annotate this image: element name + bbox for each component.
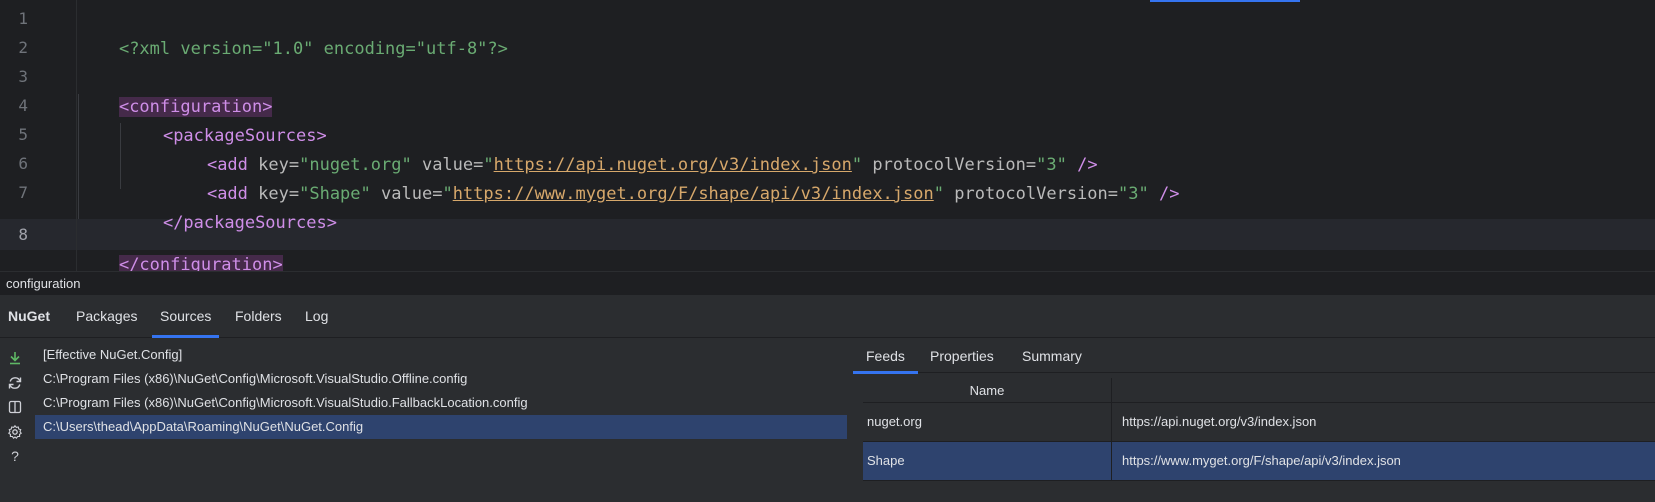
line-number: 6 xyxy=(18,154,28,173)
code-line-6[interactable]: <add key="Shape" value="https://www.myge… xyxy=(166,148,1180,204)
tab-sources[interactable]: Sources xyxy=(152,295,220,338)
code-editor[interactable]: 1 2 3 4 5 6 7 8 <?xml version="1.0" enco… xyxy=(0,0,1655,275)
indent-guide xyxy=(120,123,121,189)
attr-value: value= xyxy=(381,184,443,204)
line-number: 8 xyxy=(18,225,28,244)
refresh-icon[interactable] xyxy=(5,373,25,393)
tab-summary[interactable]: Summary xyxy=(1009,338,1095,373)
attr-protocol-value: "3" xyxy=(1118,184,1149,204)
tool-window-tabs: NuGet Packages Sources Folders Log xyxy=(0,295,1655,338)
feed-name: Shape xyxy=(863,442,1112,480)
line-number-gutter: 1 2 3 4 5 6 7 8 xyxy=(0,0,76,271)
breadcrumb-item[interactable]: configuration xyxy=(6,276,80,291)
line-number: 1 xyxy=(18,9,28,28)
feed-url: https://www.myget.org/F/shape/api/v3/ind… xyxy=(1122,453,1401,468)
scroll-indicator xyxy=(1150,0,1300,2)
details-panel: Feeds Properties Summary Name nuget.org … xyxy=(853,338,1655,502)
line-number: 4 xyxy=(18,96,28,115)
gutter-separator xyxy=(76,0,77,271)
details-tabs: Feeds Properties Summary xyxy=(853,338,1655,374)
sources-list: [Effective NuGet.Config] C:\Program File… xyxy=(35,343,847,439)
code-line-8[interactable]: </configuration> xyxy=(78,219,283,275)
gear-icon[interactable] xyxy=(5,422,25,442)
tab-packages[interactable]: Packages xyxy=(68,295,145,338)
code-line-4[interactable]: <packageSources> xyxy=(122,90,327,146)
feeds-table: Name nuget.org https://api.nuget.org/v3/… xyxy=(863,378,1655,481)
attr-protocol-version: protocolVersion= xyxy=(954,184,1118,204)
code-line-1[interactable]: <?xml version="1.0" encoding="utf-8"?> xyxy=(78,3,508,59)
book-icon[interactable] xyxy=(5,397,25,417)
nuget-tool-window: NuGet Packages Sources Folders Log ? [Ef… xyxy=(0,295,1655,502)
code-line-3[interactable]: <configuration> xyxy=(78,61,273,117)
line-number: 5 xyxy=(18,125,28,144)
feed-name: nuget.org xyxy=(863,403,1112,441)
list-item[interactable]: C:\Program Files (x86)\NuGet\Config\Micr… xyxy=(35,367,847,391)
table-header: Name xyxy=(863,378,1655,403)
download-icon[interactable] xyxy=(5,348,25,368)
list-item[interactable]: C:\Users\thead\AppData\Roaming\NuGet\NuG… xyxy=(35,415,847,439)
tab-feeds[interactable]: Feeds xyxy=(853,338,918,374)
quote: " xyxy=(933,184,944,204)
tool-window-title: NuGet xyxy=(8,308,50,324)
table-row[interactable]: nuget.org https://api.nuget.org/v3/index… xyxy=(863,403,1655,442)
quote: " xyxy=(442,184,453,204)
line-number: 3 xyxy=(18,67,28,86)
tab-folders[interactable]: Folders xyxy=(227,295,290,338)
tab-properties[interactable]: Properties xyxy=(917,338,1007,373)
tab-log[interactable]: Log xyxy=(297,295,336,338)
breadcrumb[interactable]: configuration xyxy=(0,271,1655,295)
source-url-link[interactable]: https://www.myget.org/F/shape/api/v3/ind… xyxy=(453,184,934,204)
xml-declaration: <?xml version="1.0" encoding="utf-8"?> xyxy=(118,39,508,59)
table-row[interactable]: Shape https://www.myget.org/F/shape/api/… xyxy=(863,442,1655,481)
list-item[interactable]: C:\Program Files (x86)\NuGet\Config\Micr… xyxy=(35,391,847,415)
line-number: 2 xyxy=(18,38,28,57)
column-header-name[interactable]: Name xyxy=(863,378,1112,403)
list-item[interactable]: [Effective NuGet.Config] xyxy=(35,343,847,367)
code-line-5[interactable]: <add key="nuget.org" value="https://api.… xyxy=(166,119,1098,175)
side-toolbar: ? xyxy=(0,338,30,502)
line-number: 7 xyxy=(18,183,28,202)
code-line-7[interactable]: </packageSources> xyxy=(122,177,337,233)
help-icon[interactable]: ? xyxy=(5,446,25,466)
self-close: /> xyxy=(1158,184,1180,204)
feed-url: https://api.nuget.org/v3/index.json xyxy=(1122,414,1317,429)
